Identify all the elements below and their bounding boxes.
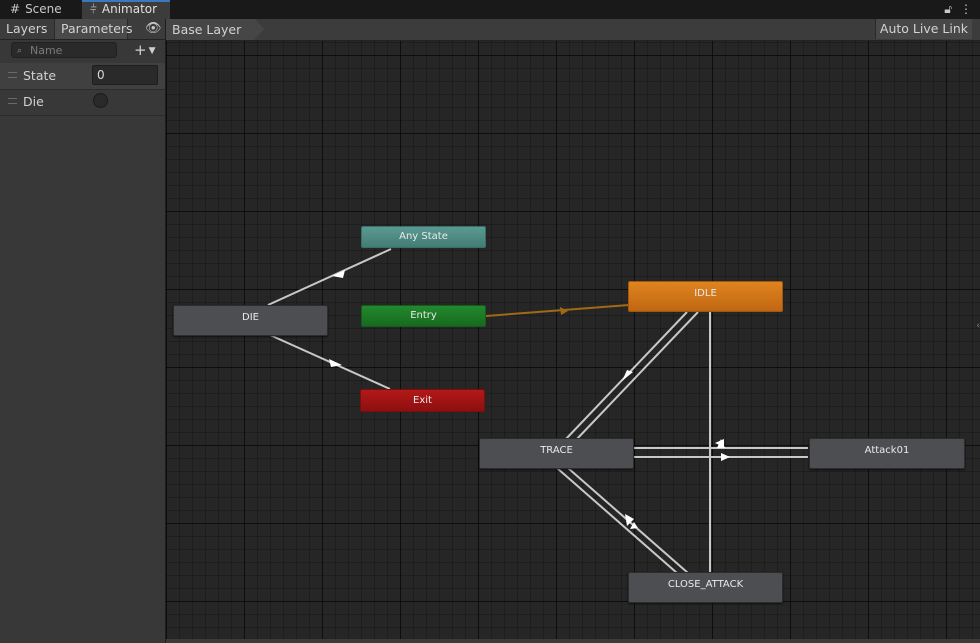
- parameter-search-row: ⌕ Name + ▼: [0, 40, 165, 62]
- transition-trace-idle: [575, 311, 699, 441]
- state-attack01-label: Attack01: [864, 445, 910, 456]
- parameter-int-field[interactable]: 0: [92, 65, 158, 85]
- parameter-name: State: [23, 68, 57, 83]
- state-idle-label: IDLE: [694, 288, 717, 299]
- transition-arrow: [622, 370, 633, 381]
- window-controls: 🔓︎ ⋮: [936, 0, 972, 19]
- parameter-row[interactable]: State 0: [0, 63, 165, 90]
- tab-parameters[interactable]: Parameters: [55, 19, 133, 39]
- state-any-state-label: Any State: [399, 231, 448, 242]
- parameter-name: Die: [23, 94, 44, 109]
- state-trace[interactable]: TRACE: [479, 438, 634, 469]
- transition-edges: [267, 248, 808, 574]
- state-die-label: DIE: [242, 312, 259, 323]
- state-attack01[interactable]: Attack01: [809, 438, 965, 469]
- transition-anystate-die: [267, 248, 392, 306]
- state-entry-label: Entry: [410, 310, 437, 321]
- state-trace-label: TRACE: [540, 445, 573, 456]
- grid-icon: #: [10, 2, 21, 16]
- state-close-attack[interactable]: CLOSE_ATTACK: [628, 572, 783, 603]
- parameter-bool-radio[interactable]: [93, 93, 108, 108]
- tab-layers[interactable]: Layers: [0, 19, 55, 39]
- left-panel-tabs: Layers Parameters 👁︎: [0, 19, 165, 40]
- transition-closeattack-trace: [556, 467, 678, 574]
- state-any-state[interactable]: Any State: [361, 226, 486, 248]
- add-parameter-button[interactable]: + ▼: [134, 41, 156, 60]
- default-transition-arrow: [560, 307, 568, 315]
- state-idle[interactable]: IDLE: [628, 281, 783, 312]
- parameter-search-input[interactable]: ⌕ Name: [11, 42, 117, 58]
- animator-icon: ⫩: [90, 2, 97, 16]
- state-exit[interactable]: Exit: [360, 389, 485, 412]
- state-entry[interactable]: Entry: [361, 305, 486, 327]
- state-exit-label: Exit: [413, 395, 432, 406]
- tab-animator-label: Animator: [101, 2, 158, 16]
- breadcrumb-base-layer[interactable]: Base Layer: [166, 19, 265, 40]
- search-icon: ⌕: [17, 46, 23, 56]
- transition-arrow: [721, 453, 730, 461]
- window-tab-bar: # Scene ⫩ Animator 🔓︎ ⋮: [0, 0, 980, 20]
- tab-animator[interactable]: ⫩ Animator: [82, 0, 170, 19]
- animator-graph[interactable]: Any State Entry Exit DIE IDLE TRACE Atta…: [166, 41, 980, 643]
- eye-icon[interactable]: 👁︎: [145, 19, 162, 39]
- default-transition-entry-idle: [485, 304, 630, 317]
- graph-bottom-scrollbar[interactable]: [166, 639, 980, 643]
- tab-scene[interactable]: # Scene: [10, 0, 62, 19]
- more-options-icon[interactable]: ⋮: [960, 2, 972, 16]
- chevron-down-icon: ▼: [148, 46, 156, 56]
- lock-icon[interactable]: 🔓︎: [944, 2, 952, 16]
- drag-handle-icon[interactable]: [8, 72, 17, 78]
- tab-scene-label: Scene: [25, 2, 62, 16]
- state-close-attack-label: CLOSE_ATTACK: [667, 579, 744, 590]
- chevron-left-icon[interactable]: ‹: [976, 321, 980, 331]
- search-placeholder: Name: [30, 44, 63, 57]
- parameter-row[interactable]: Die: [0, 89, 165, 116]
- left-panel: Layers Parameters 👁︎ ⌕ Name + ▼ State 0 D…: [0, 19, 166, 643]
- auto-live-link-button[interactable]: Auto Live Link: [874, 19, 972, 39]
- state-die[interactable]: DIE: [173, 305, 328, 336]
- breadcrumb: Base Layer Auto Live Link: [166, 19, 980, 41]
- drag-handle-icon[interactable]: [8, 98, 17, 104]
